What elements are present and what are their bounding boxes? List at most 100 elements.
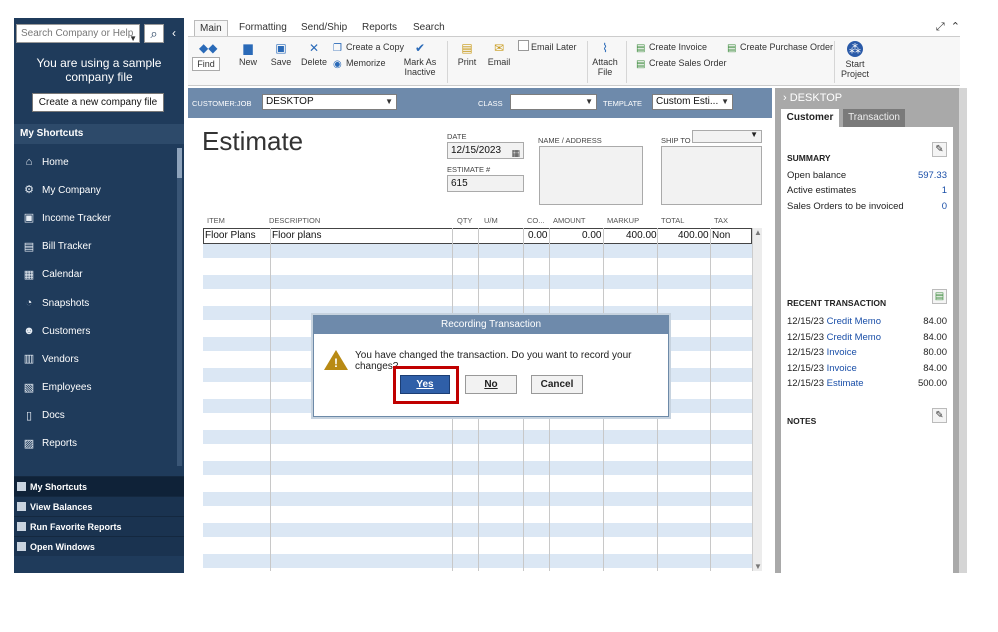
recent-type-link[interactable]: Estimate: [827, 378, 864, 389]
ship-to-select[interactable]: ▼: [692, 130, 762, 143]
section-run-favorite-reports[interactable]: Run Favorite Reports: [14, 516, 184, 536]
cell-tax[interactable]: Non: [712, 229, 730, 243]
customer-job-select[interactable]: DESKTOP ▼: [262, 94, 397, 110]
summary-value[interactable]: 0: [942, 201, 947, 212]
cell-cost[interactable]: 0.00: [528, 229, 547, 243]
edit-pencil-icon[interactable]: ✎: [932, 142, 947, 157]
scroll-down-icon[interactable]: ▼: [754, 562, 762, 571]
sidebar-item-reports[interactable]: ▨ Reports: [14, 430, 176, 458]
sidebar-item-docs[interactable]: ▯ Docs: [14, 402, 176, 430]
sidebar-item-customers[interactable]: ☻ Customers: [14, 317, 176, 345]
sidebar-item-home[interactable]: ⌂ Home: [14, 148, 176, 176]
summary-value[interactable]: 597.33: [918, 170, 947, 181]
scrollbar-thumb[interactable]: [177, 148, 182, 178]
chevron-right-icon[interactable]: ›: [783, 92, 787, 104]
start-project-button[interactable]: ⁂ Start Project: [840, 41, 870, 79]
section-label: Run Favorite Reports: [30, 522, 122, 532]
sidebar-item-income-tracker[interactable]: ▣ Income Tracker: [14, 204, 176, 232]
search-button[interactable]: ⌕: [144, 24, 164, 43]
attach-file-button[interactable]: ⌇ Attach File: [592, 41, 618, 77]
tab-transaction[interactable]: Transaction: [843, 109, 905, 127]
sidebar-item-calendar[interactable]: ▦ Calendar: [14, 261, 176, 289]
find-button[interactable]: ◆◆ Find: [192, 41, 220, 71]
email-later-checkbox[interactable]: Email Later: [518, 40, 577, 53]
scroll-up-icon[interactable]: ▲: [754, 228, 762, 237]
customer-bar: CUSTOMER:JOB DESKTOP ▼ CLASS ▼ TEMPLATE C…: [188, 88, 772, 118]
tab-search[interactable]: Search: [413, 20, 445, 36]
section-open-windows[interactable]: Open Windows: [14, 536, 184, 556]
section-my-shortcuts[interactable]: My Shortcuts: [14, 476, 184, 496]
ship-to-field[interactable]: [661, 146, 762, 205]
recent-type-link[interactable]: Invoice: [827, 363, 857, 374]
section-label: View Balances: [30, 502, 93, 512]
create-company-button[interactable]: Create a new company file: [32, 93, 164, 112]
chevron-down-icon[interactable]: ▼: [129, 30, 137, 47]
report-icon[interactable]: ▤: [932, 289, 947, 304]
panel-scrollbar[interactable]: [959, 88, 967, 573]
new-label: New: [238, 57, 257, 67]
cancel-button[interactable]: Cancel: [531, 375, 583, 394]
collapse-sidebar-button[interactable]: ‹: [167, 24, 181, 43]
summary-value[interactable]: 1: [942, 185, 947, 196]
expand-icon[interactable]: ⤢: [936, 21, 945, 33]
create-purchase-order-button[interactable]: ▤ Create Purchase Order: [727, 41, 833, 54]
estimate-number-field[interactable]: 615: [447, 175, 524, 192]
customer-icon: ☻: [23, 325, 35, 338]
column-header-um: U/M: [484, 216, 498, 225]
calendar-icon[interactable]: ▦: [511, 145, 520, 161]
section-view-balances[interactable]: View Balances: [14, 496, 184, 516]
tab-main[interactable]: Main: [194, 20, 228, 36]
section-label: My Shortcuts: [30, 482, 88, 492]
date-label: DATE: [447, 132, 467, 141]
save-disk-icon: ▣: [275, 41, 287, 55]
project-icon: ⁂: [847, 41, 863, 57]
sidebar-item-vendors[interactable]: ▥ Vendors: [14, 345, 176, 373]
date-field[interactable]: 12/15/2023 ▦: [447, 142, 524, 159]
cell-description[interactable]: Floor plans: [272, 229, 321, 243]
tab-formatting[interactable]: Formatting: [239, 20, 287, 36]
create-copy-button[interactable]: ❐ Create a Copy: [333, 41, 404, 54]
save-button[interactable]: ▣ Save: [268, 41, 294, 67]
grid-scrollbar[interactable]: ▲ ▼: [752, 228, 762, 571]
cell-amount[interactable]: 0.00: [582, 229, 601, 243]
sidebar-item-employees[interactable]: ▧ Employees: [14, 374, 176, 402]
template-select[interactable]: Custom Esti... ▼: [652, 94, 733, 110]
shortcuts-header: My Shortcuts: [14, 124, 184, 144]
name-address-field[interactable]: [539, 146, 643, 205]
tab-send-ship[interactable]: Send/Ship: [301, 20, 347, 36]
template-label: TEMPLATE: [603, 99, 643, 108]
cell-item[interactable]: Floor Plans: [205, 229, 256, 243]
recording-transaction-dialog: Recording Transaction ! You have changed…: [313, 315, 669, 417]
tab-customer[interactable]: Customer: [781, 109, 839, 127]
mark-as-inactive-button[interactable]: ✔ Mark As Inactive: [402, 41, 438, 77]
divider: [626, 41, 627, 83]
chevron-up-icon[interactable]: ⌃: [951, 21, 960, 33]
class-select[interactable]: ▼: [510, 94, 597, 110]
email-button[interactable]: ✉ Email: [486, 41, 512, 67]
search-input[interactable]: Search Company or Help ▼: [16, 24, 140, 43]
search-placeholder: Search Company or Help: [21, 28, 134, 39]
memorize-icon: ◉: [333, 59, 342, 70]
edit-pencil-icon[interactable]: ✎: [932, 408, 947, 423]
sidebar-scrollbar[interactable]: [177, 148, 182, 466]
recent-type-link[interactable]: Credit Memo: [827, 316, 881, 327]
recent-type-link[interactable]: Credit Memo: [827, 332, 881, 343]
form-title: Estimate: [202, 126, 304, 156]
memorize-button[interactable]: ◉ Memorize: [333, 57, 386, 70]
create-invoice-button[interactable]: ▤ Create Invoice: [636, 41, 707, 54]
sidebar-item-snapshots[interactable]: ◔ Snapshots: [14, 289, 176, 317]
no-button[interactable]: No: [465, 375, 517, 394]
cell-total[interactable]: 400.00: [678, 229, 709, 243]
sidebar-item-bill-tracker[interactable]: ▤ Bill Tracker: [14, 233, 176, 261]
column-header-item: ITEM: [207, 216, 225, 225]
delete-button[interactable]: ✕ Delete: [300, 41, 328, 67]
print-button[interactable]: ▤ Print: [454, 41, 480, 67]
tab-reports[interactable]: Reports: [362, 20, 397, 36]
cell-markup[interactable]: 400.00: [626, 229, 657, 243]
recent-type-link[interactable]: Invoice: [827, 347, 857, 358]
notes-header: NOTES: [787, 416, 817, 426]
create-sales-order-button[interactable]: ▤ Create Sales Order: [636, 57, 727, 70]
new-button[interactable]: ▆ New: [236, 41, 260, 67]
sidebar-item-my-company[interactable]: ⚙ My Company: [14, 176, 176, 204]
chevron-down-icon: ▼: [721, 97, 729, 106]
